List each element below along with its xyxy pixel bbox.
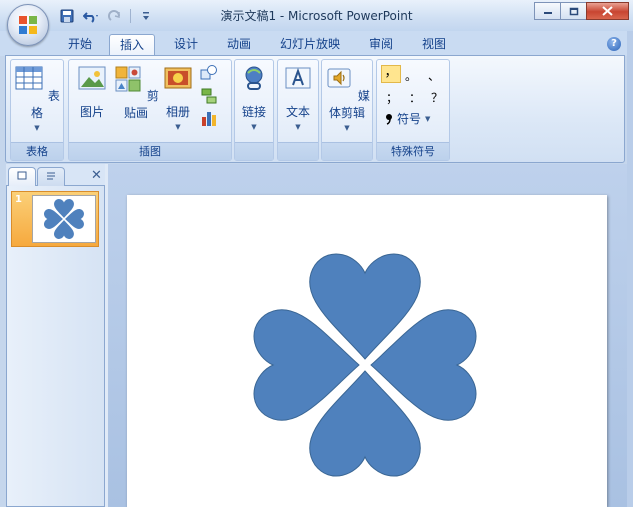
clover-shape[interactable] (127, 195, 607, 507)
pane-splitter[interactable] (105, 164, 108, 507)
close-icon[interactable]: ✕ (91, 168, 102, 183)
photo-album-button-label: 相册 (165, 105, 190, 119)
table-button[interactable]: 表格 ▼ (13, 64, 61, 132)
text-button[interactable]: 文本 ▼ (279, 64, 317, 131)
slides-tab-icon (17, 171, 27, 180)
special-symbols-group: ， 。 、 ； ： ？ 符号 ▼ 特殊符号 (376, 59, 450, 161)
text-icon (285, 67, 311, 89)
symbol-button-label: 符号 (397, 112, 422, 126)
tab-home[interactable]: 开始 (60, 34, 100, 56)
slide-thumbnail-preview (32, 195, 96, 243)
ribbon-panel: 表格 ▼ 表格 图片 剪贴画 相册 ▼ 插图 链接 ▼ 文本 ▼ 媒体剪辑 ▼ … (5, 55, 625, 163)
window-controls (534, 2, 629, 20)
link-button-label: 链接 (241, 105, 266, 119)
illustrations-group: 图片 剪贴画 相册 ▼ 插图 (68, 59, 232, 161)
symbol-comma[interactable]: ， (381, 65, 401, 83)
symbol-period[interactable]: 。 (404, 67, 418, 84)
clover-thumbnail-icon (44, 199, 84, 239)
shapes-icon[interactable] (200, 64, 218, 82)
text-group-label (278, 142, 318, 160)
maximize-button[interactable] (560, 2, 587, 20)
slides-pane-tabs: ✕ (6, 164, 105, 186)
photo-album-button[interactable]: 相册 ▼ (159, 64, 197, 131)
chevron-down-icon: ▼ (251, 123, 257, 131)
table-icon (15, 66, 43, 90)
smartart-icon[interactable] (200, 87, 218, 105)
media-clip-button[interactable]: 媒体剪辑 ▼ (323, 64, 371, 132)
media-group: 媒体剪辑 ▼ (321, 59, 373, 161)
office-button[interactable] (7, 4, 49, 46)
table-group: 表格 ▼ 表格 (10, 59, 64, 161)
tab-slide-show[interactable]: 幻灯片放映 (272, 34, 348, 56)
help-icon[interactable]: ? (607, 37, 621, 51)
media-group-label (322, 142, 372, 160)
symbol-semicolon[interactable]: ； (385, 89, 399, 106)
title-bar: 演示文稿1 - Microsoft PowerPoint (0, 0, 633, 31)
text-group: 文本 ▼ (277, 59, 319, 161)
omega-icon (386, 113, 392, 125)
tab-insert[interactable]: 插入 (109, 34, 155, 57)
clipart-icon (115, 66, 141, 92)
ribbon-tabs: 开始 插入 设计 动画 幻灯片放映 审阅 视图 ? (0, 31, 633, 57)
office-logo-icon (19, 16, 37, 34)
tab-animations[interactable]: 动画 (219, 34, 259, 56)
speaker-icon (327, 68, 351, 88)
special-symbols-group-label: 特殊符号 (377, 142, 449, 160)
tab-view[interactable]: 视图 (414, 34, 454, 56)
links-group: 链接 ▼ (234, 59, 274, 161)
slide-canvas[interactable] (127, 195, 607, 507)
outline-tab[interactable] (37, 167, 65, 186)
symbol-enumeration-comma[interactable]: 、 (427, 67, 441, 84)
chevron-down-icon: ▼ (34, 124, 40, 132)
link-icon (245, 66, 263, 90)
close-button[interactable] (586, 2, 629, 20)
tab-review[interactable]: 审阅 (361, 34, 401, 56)
symbol-question[interactable]: ？ (430, 89, 444, 106)
slide-thumbnail-1[interactable]: 1 (11, 191, 99, 247)
chart-icon[interactable] (200, 109, 218, 127)
illustrations-group-label: 插图 (69, 142, 231, 160)
window-right-border (627, 31, 633, 507)
photo-album-icon (164, 67, 192, 89)
picture-icon (78, 66, 106, 90)
table-group-label: 表格 (11, 142, 63, 160)
chevron-down-icon: ▼ (425, 114, 431, 123)
clipart-button[interactable]: 剪贴画 (113, 64, 159, 121)
symbol-colon[interactable]: ： (408, 89, 422, 106)
picture-button-label: 图片 (79, 105, 104, 119)
link-button[interactable]: 链接 ▼ (236, 64, 272, 131)
chevron-down-icon: ▼ (295, 123, 301, 131)
text-button-label: 文本 (285, 105, 310, 119)
symbol-button[interactable]: 符号 ▼ (385, 110, 430, 127)
slides-tab[interactable] (8, 167, 36, 186)
outline-tab-icon (47, 172, 55, 180)
links-group-label (235, 142, 273, 160)
chevron-down-icon: ▼ (175, 123, 181, 131)
slide-number: 1 (15, 194, 22, 205)
tab-design[interactable]: 设计 (166, 34, 206, 56)
picture-button[interactable]: 图片 (72, 64, 112, 120)
chevron-down-icon: ▼ (344, 124, 350, 132)
minimize-button[interactable] (534, 2, 561, 20)
